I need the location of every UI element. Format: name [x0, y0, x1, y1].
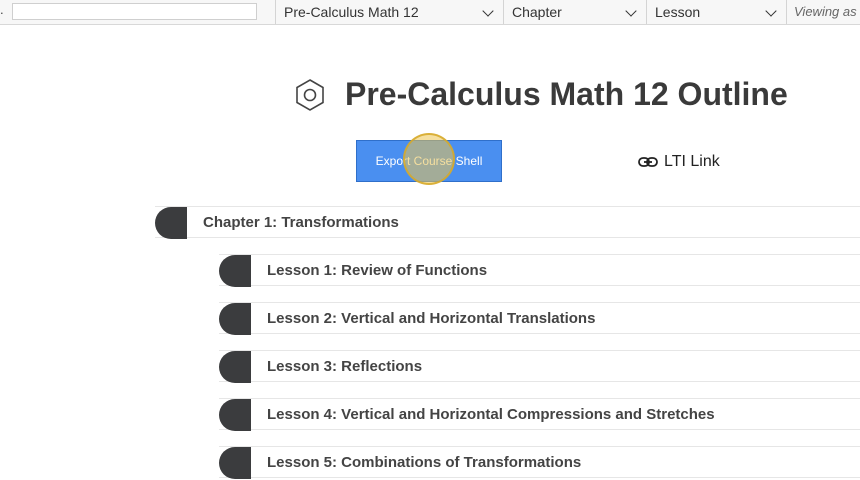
divider: [786, 0, 787, 24]
lesson-row[interactable]: Lesson 5: Combinations of Transformation…: [219, 446, 860, 479]
lesson-title: Lesson 5: Combinations of Transformation…: [267, 454, 582, 471]
lesson-select-value: Lesson: [655, 4, 701, 20]
lesson-title: Lesson 2: Vertical and Horizontal Transl…: [267, 310, 596, 327]
chapter-bullet-icon: [155, 207, 187, 239]
top-toolbar: . Pre-Calculus Math 12 Chapter Lesson Vi…: [0, 0, 860, 25]
page-title: Pre-Calculus Math 12 Outline: [345, 76, 788, 112]
lesson-bullet-icon: [219, 447, 251, 479]
lesson-row[interactable]: Lesson 1: Review of Functions: [219, 254, 860, 287]
chevron-down-icon: [625, 5, 637, 17]
course-select-value: Pre-Calculus Math 12: [284, 4, 419, 20]
chevron-down-icon: [482, 5, 494, 17]
course-select[interactable]: Pre-Calculus Math 12: [276, 0, 502, 24]
lti-link[interactable]: LTI Link: [638, 151, 720, 173]
lesson-bullet-icon: [219, 351, 251, 383]
lesson-bullet-icon: [219, 303, 251, 335]
toolbar-edge-marker: .: [0, 2, 4, 17]
lesson-title: Lesson 4: Vertical and Horizontal Compre…: [267, 406, 715, 423]
lesson-bullet-icon: [219, 255, 251, 287]
viewing-as-select[interactable]: Viewing as: [794, 0, 857, 24]
chapter-select[interactable]: Chapter: [504, 0, 645, 24]
lesson-select[interactable]: Lesson: [647, 0, 785, 24]
link-icon: [638, 157, 658, 167]
export-course-shell-button[interactable]: Export Course Shell: [356, 140, 502, 182]
lesson-title: Lesson 3: Reflections: [267, 358, 423, 375]
chapter-row[interactable]: Chapter 1: Transformations: [155, 206, 860, 239]
lesson-title: Lesson 1: Review of Functions: [267, 262, 488, 279]
hexagon-icon: [296, 79, 324, 111]
lesson-bullet-icon: [219, 399, 251, 431]
chapter-select-value: Chapter: [512, 4, 562, 20]
chapter-title: Chapter 1: Transformations: [203, 214, 399, 231]
lesson-row[interactable]: Lesson 2: Vertical and Horizontal Transl…: [219, 302, 860, 335]
lti-link-label: LTI Link: [664, 153, 720, 170]
lesson-row[interactable]: Lesson 4: Vertical and Horizontal Compre…: [219, 398, 860, 431]
chevron-down-icon: [765, 5, 777, 17]
search-input[interactable]: [12, 3, 257, 20]
lesson-row[interactable]: Lesson 3: Reflections: [219, 350, 860, 383]
